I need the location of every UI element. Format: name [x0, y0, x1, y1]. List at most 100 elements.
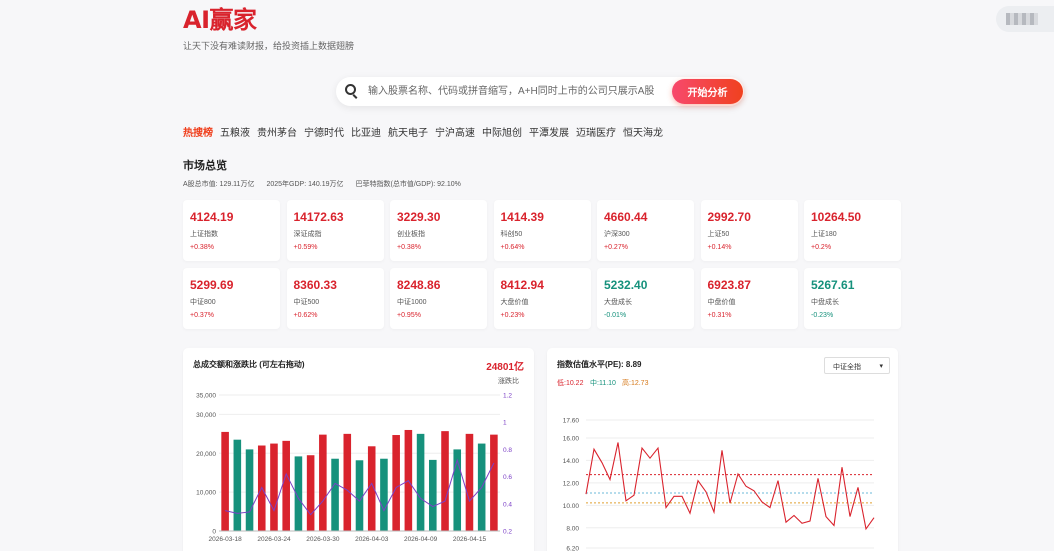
start-analysis-button[interactable]: 开始分析: [672, 79, 743, 104]
index-name: 沪深300: [604, 231, 630, 238]
index-name: 大盘价值: [500, 299, 529, 306]
hot-item-moutai[interactable]: 贵州茅台: [257, 124, 297, 139]
index-card[interactable]: 4660.44 沪深300 +0.27%: [597, 200, 694, 261]
y-tick-label: 16.00: [563, 435, 580, 442]
volume-bar: [392, 435, 400, 531]
index-card[interactable]: 8412.94 大盘价值 +0.23%: [493, 268, 591, 329]
hot-item-ninghu-expressway[interactable]: 宁沪高速: [435, 124, 475, 139]
index-change: +0.59%: [293, 244, 318, 251]
hot-item-pingtan[interactable]: 平潭发展: [529, 124, 569, 139]
index-change: +0.62%: [293, 312, 318, 319]
search-icon: [345, 84, 356, 95]
index-card[interactable]: 8248.86 中证1000 +0.95%: [390, 268, 487, 329]
index-name: 中证500: [293, 299, 320, 306]
index-value: 1414.39: [500, 210, 544, 224]
index-card[interactable]: 8360.33 中证500 +0.62%: [286, 268, 384, 329]
index-name: 上证180: [811, 231, 837, 238]
volume-bar: [416, 433, 425, 531]
volume-bar: [245, 449, 254, 531]
y-tick-label: 20,000: [196, 451, 216, 458]
hot-item-innolight[interactable]: 中际旭创: [482, 124, 522, 139]
pe-chart[interactable]: 6.20 8.00 10.00 12.00 14.00 16.00 17.60: [547, 348, 898, 551]
index-value: 5232.40: [604, 278, 648, 292]
index-value: 4660.44: [604, 210, 648, 224]
index-name: 大盘成长: [604, 299, 632, 306]
index-card[interactable]: 10264.50 上证180 +0.2%: [804, 200, 901, 261]
volume-chart-panel: 总成交额和涨跌比 (可左右拖动) 24801亿 涨跌比 0 10,000 20,00…: [183, 348, 534, 551]
volume-chart[interactable]: 0 10,000 20,000 30,000 35,000 0.2 0.4 0.6 0.8 1 1.…: [183, 348, 534, 551]
x-tick-label: 2026-03-24: [257, 536, 291, 543]
index-change: +0.31%: [707, 312, 732, 319]
index-card[interactable]: 6923.87 中盘价值 +0.31%: [700, 268, 798, 329]
hot-item-catl[interactable]: 宁德时代: [304, 124, 344, 139]
x-tick-label: 2026-03-30: [306, 536, 340, 543]
index-card[interactable]: 5232.40 大盘成长 -0.01%: [597, 268, 694, 329]
index-card[interactable]: 5267.61 中盘成长 -0.23%: [804, 268, 901, 329]
index-card[interactable]: 3229.30 创业板指 +0.38%: [390, 200, 487, 261]
index-value: 8412.94: [500, 278, 544, 292]
volume-bar: [233, 439, 242, 531]
x-tick-label: 2026-04-03: [355, 536, 389, 543]
y-tick-label: 10,000: [196, 490, 216, 497]
y2-tick-label: 1.2: [503, 393, 512, 400]
index-name: 上证指数: [190, 231, 218, 238]
hot-search-label: 热搜榜: [183, 128, 213, 139]
index-change: +0.14%: [707, 244, 732, 251]
index-change: -0.23%: [811, 312, 834, 319]
index-name: 中证800: [190, 299, 216, 306]
index-value: 6923.87: [707, 278, 751, 292]
index-value: 3229.30: [397, 210, 441, 224]
volume-bar: [306, 455, 315, 531]
pe-chart-panel: 指数估值水平(PE): 8.89 低:10.22 中:11.10 高:12.73…: [547, 348, 898, 551]
volume-bar: [331, 458, 339, 531]
index-change: +0.23%: [500, 312, 525, 319]
y-tick-label: 8.00: [566, 525, 579, 532]
index-change: +0.38%: [190, 244, 214, 251]
stat-total-market-cap: A股总市值: 129.11万亿: [183, 181, 255, 188]
volume-bar: [465, 433, 474, 531]
hot-item-byd[interactable]: 比亚迪: [351, 124, 381, 139]
search-bar: 开始分析: [336, 77, 744, 106]
volume-bar: [380, 458, 388, 531]
hot-item-mindray[interactable]: 迈瑞医疗: [576, 124, 616, 139]
index-change: -0.01%: [604, 312, 627, 319]
index-value: 2992.70: [707, 210, 751, 224]
x-tick-label: 2026-04-09: [404, 536, 438, 543]
hot-item-wuliangye[interactable]: 五粮液: [220, 124, 250, 139]
stat-gdp: 2025年GDP: 140.19万亿: [266, 181, 344, 188]
y-tick-label: 14.00: [563, 458, 580, 465]
x-tick-label: 2026-04-15: [453, 536, 487, 543]
y-tick-label: 0: [212, 529, 216, 536]
hot-search-list: 热搜榜 五粮液 贵州茅台 宁德时代 比亚迪 航天电子 宁沪高速 中际旭创 平潭发…: [183, 124, 670, 139]
index-name: 深证成指: [293, 231, 322, 238]
index-value: 8360.33: [293, 278, 337, 292]
y-tick-label: 6.20: [566, 546, 579, 551]
stat-buffett-index: 巴菲特指数(总市值/GDP): 92.10%: [355, 181, 461, 188]
y2-tick-label: 1: [503, 420, 507, 427]
index-value: 5267.61: [811, 278, 855, 292]
index-change: +0.37%: [190, 312, 214, 319]
y2-tick-label: 0.2: [503, 529, 512, 536]
user-avatar[interactable]: [996, 6, 1054, 32]
index-card[interactable]: 2992.70 上证50 +0.14%: [700, 200, 798, 261]
index-value: 5299.69: [190, 278, 234, 292]
index-name: 创业板指: [397, 231, 425, 238]
hot-item-aerospace-electronics[interactable]: 航天电子: [388, 124, 428, 139]
index-card[interactable]: 1414.39 科创50 +0.64%: [493, 200, 591, 261]
market-overview-title: 市场总览: [183, 160, 227, 172]
pe-line: [585, 442, 875, 531]
search-input[interactable]: [368, 83, 670, 100]
hot-item-hengtian[interactable]: 恒天海龙: [623, 124, 663, 139]
volume-bar: [343, 433, 352, 531]
volume-bar: [429, 459, 437, 531]
y-tick-label: 35,000: [196, 393, 216, 400]
index-card[interactable]: 5299.69 中证800 +0.37%: [183, 268, 280, 329]
volume-bar: [319, 434, 327, 531]
index-name: 科创50: [500, 231, 523, 238]
volume-bar: [355, 460, 364, 531]
index-card[interactable]: 4124.19 上证指数 +0.38%: [183, 200, 280, 261]
index-change: +0.27%: [604, 244, 628, 251]
site-slogan: 让天下没有难读财报，给投资插上数据翅膀: [183, 41, 355, 51]
site-logo[interactable]: AI赢家: [183, 5, 354, 35]
index-card[interactable]: 14172.63 深证成指 +0.59%: [286, 200, 384, 261]
